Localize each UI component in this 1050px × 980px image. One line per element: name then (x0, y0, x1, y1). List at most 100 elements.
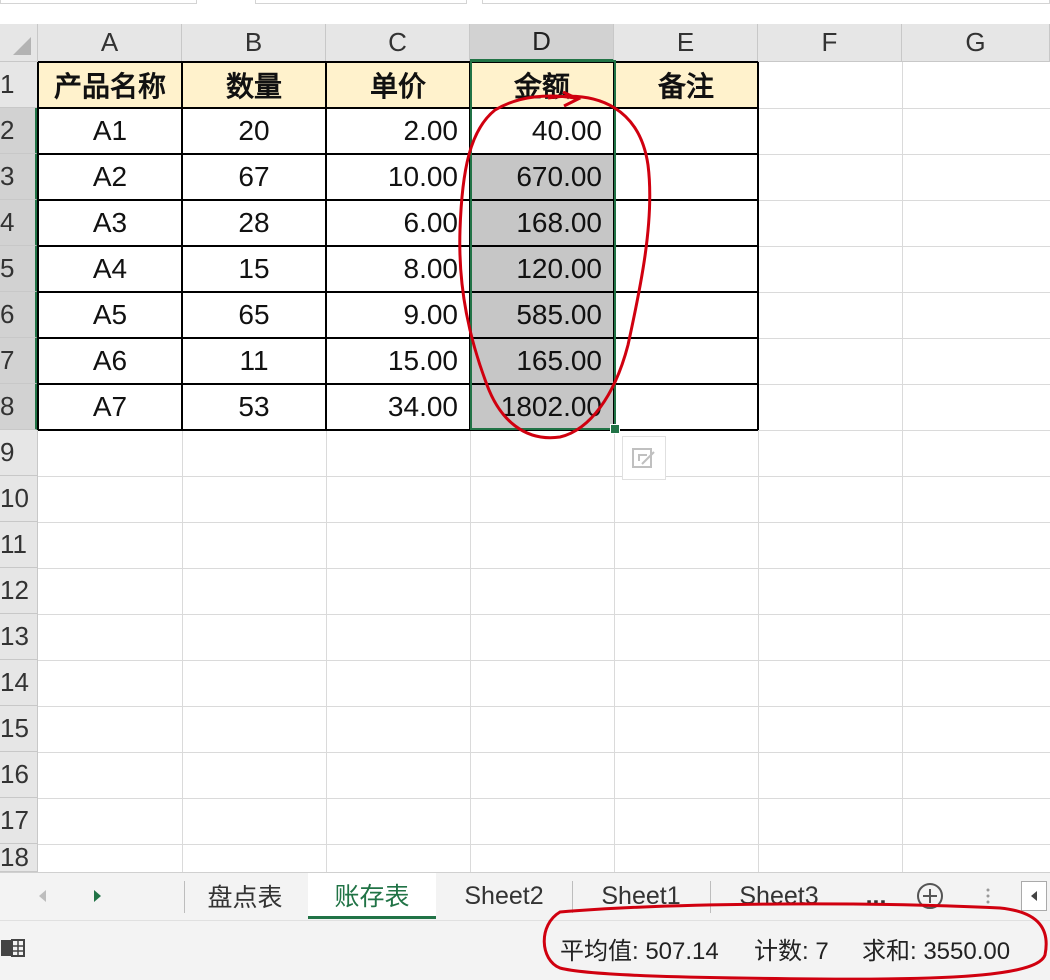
status-sum[interactable]: 求和: 3550.00 (862, 931, 1010, 966)
formula-bar-area (0, 0, 1050, 24)
cell-note[interactable] (614, 108, 758, 154)
cell-note[interactable] (614, 200, 758, 246)
sheet-mode-indicator[interactable] (0, 935, 26, 964)
cell-qty[interactable]: 11 (182, 338, 326, 384)
more-tabs-button[interactable]: ... (856, 873, 896, 919)
row-header-7[interactable]: 7 (0, 338, 38, 384)
tab-scroll-left[interactable] (28, 873, 56, 919)
cell-name[interactable]: A3 (38, 200, 182, 246)
vertical-dots-icon (986, 888, 990, 904)
cell-name[interactable]: A2 (38, 154, 182, 200)
row-header-5[interactable]: 5 (0, 246, 38, 292)
status-count[interactable]: 计数: 7 (754, 931, 829, 966)
column-header-b[interactable]: B (182, 24, 326, 62)
row-header-11[interactable]: 11 (0, 522, 38, 568)
cell-qty[interactable]: 67 (182, 154, 326, 200)
status-bar: 平均值: 507.14 计数: 7 求和: 3550.00 (0, 920, 1050, 980)
cell-note[interactable] (614, 384, 758, 430)
table-border-line (38, 153, 758, 155)
tab-pandian[interactable]: 盘点表 (186, 873, 304, 919)
quick-analysis-button[interactable] (622, 436, 666, 480)
tab-sheet3[interactable]: Sheet3 (714, 873, 844, 919)
row-header-13[interactable]: 13 (0, 614, 38, 660)
cell-price[interactable]: 9.00 (326, 292, 470, 338)
header-cell[interactable]: 单价 (326, 62, 470, 108)
grid-hline (38, 798, 1050, 799)
row-header-4[interactable]: 4 (0, 200, 38, 246)
select-all-corner[interactable] (0, 24, 38, 62)
cell-name[interactable]: A4 (38, 246, 182, 292)
grid-hline (38, 476, 1050, 477)
table-border-line (38, 337, 758, 339)
row-header-15[interactable]: 15 (0, 706, 38, 752)
hscroll-left-button[interactable] (1018, 873, 1050, 919)
header-cell[interactable]: 产品名称 (38, 62, 182, 108)
column-header-d[interactable]: D (470, 24, 614, 62)
cell-note[interactable] (614, 154, 758, 200)
cell-name[interactable]: A6 (38, 338, 182, 384)
row-header-9[interactable]: 9 (0, 430, 38, 476)
formula-input-edge[interactable] (482, 0, 1050, 4)
grid-hline (38, 844, 1050, 845)
table-border-line (38, 107, 758, 109)
cell-name[interactable]: A7 (38, 384, 182, 430)
cell-note[interactable] (614, 246, 758, 292)
header-cell[interactable]: 数量 (182, 62, 326, 108)
tab-label: 盘点表 (207, 884, 283, 912)
row-header-10[interactable]: 10 (0, 476, 38, 522)
toolbar-edge (255, 0, 467, 4)
name-box-edge[interactable] (0, 0, 197, 4)
row-header-1[interactable]: 1 (0, 62, 38, 108)
tab-sheet1[interactable]: Sheet1 (576, 873, 706, 919)
row-header-17[interactable]: 17 (0, 798, 38, 844)
tab-zhangcun[interactable]: 账存表 (308, 873, 436, 919)
cell-price[interactable]: 15.00 (326, 338, 470, 384)
grid-hline (38, 522, 1050, 523)
add-sheet-button[interactable] (910, 873, 950, 919)
tab-label: Sheet3 (739, 881, 819, 910)
cell-price[interactable]: 10.00 (326, 154, 470, 200)
column-header-a[interactable]: A (38, 24, 182, 62)
cell-qty[interactable]: 15 (182, 246, 326, 292)
fill-handle[interactable] (610, 424, 620, 434)
triangle-left-icon (39, 890, 46, 902)
row-header-2[interactable]: 2 (0, 108, 38, 154)
sheet-tab-bar: 盘点表 账存表 Sheet2 Sheet1 Sheet3 ... (0, 872, 1050, 920)
triangle-right-icon (94, 890, 101, 902)
cell-qty[interactable]: 28 (182, 200, 326, 246)
cell-price[interactable]: 34.00 (326, 384, 470, 430)
grid-hline (38, 752, 1050, 753)
column-header-e[interactable]: E (614, 24, 758, 62)
column-header-c[interactable]: C (326, 24, 470, 62)
cell-note[interactable] (614, 338, 758, 384)
table-border-line (38, 383, 758, 385)
cell-qty[interactable]: 53 (182, 384, 326, 430)
grid-hline (38, 614, 1050, 615)
cell-qty[interactable]: 20 (182, 108, 326, 154)
row-header-14[interactable]: 14 (0, 660, 38, 706)
column-header-f[interactable]: F (758, 24, 902, 62)
row-header-16[interactable]: 16 (0, 752, 38, 798)
tab-split-handle[interactable] (978, 873, 998, 919)
selection-range[interactable] (470, 60, 616, 430)
cell-note[interactable] (614, 292, 758, 338)
cell-name[interactable]: A5 (38, 292, 182, 338)
tab-label: Sheet2 (464, 881, 544, 910)
header-cell[interactable]: 备注 (614, 62, 758, 108)
tab-sheet2[interactable]: Sheet2 (440, 873, 568, 919)
row-header-18[interactable]: 18 (0, 844, 38, 872)
cell-price[interactable]: 8.00 (326, 246, 470, 292)
status-average[interactable]: 平均值: 507.14 (560, 931, 719, 966)
cell-name[interactable]: A1 (38, 108, 182, 154)
column-header-g[interactable]: G (902, 24, 1050, 62)
cell-price[interactable]: 6.00 (326, 200, 470, 246)
row-header-6[interactable]: 6 (0, 292, 38, 338)
cell-qty[interactable]: 65 (182, 292, 326, 338)
cell-price[interactable]: 2.00 (326, 108, 470, 154)
row-header-3[interactable]: 3 (0, 154, 38, 200)
row-header-8[interactable]: 8 (0, 384, 38, 430)
tab-scroll-right[interactable] (84, 873, 112, 919)
tab-divider (184, 881, 185, 913)
tab-label: Sheet1 (601, 881, 681, 910)
row-header-12[interactable]: 12 (0, 568, 38, 614)
